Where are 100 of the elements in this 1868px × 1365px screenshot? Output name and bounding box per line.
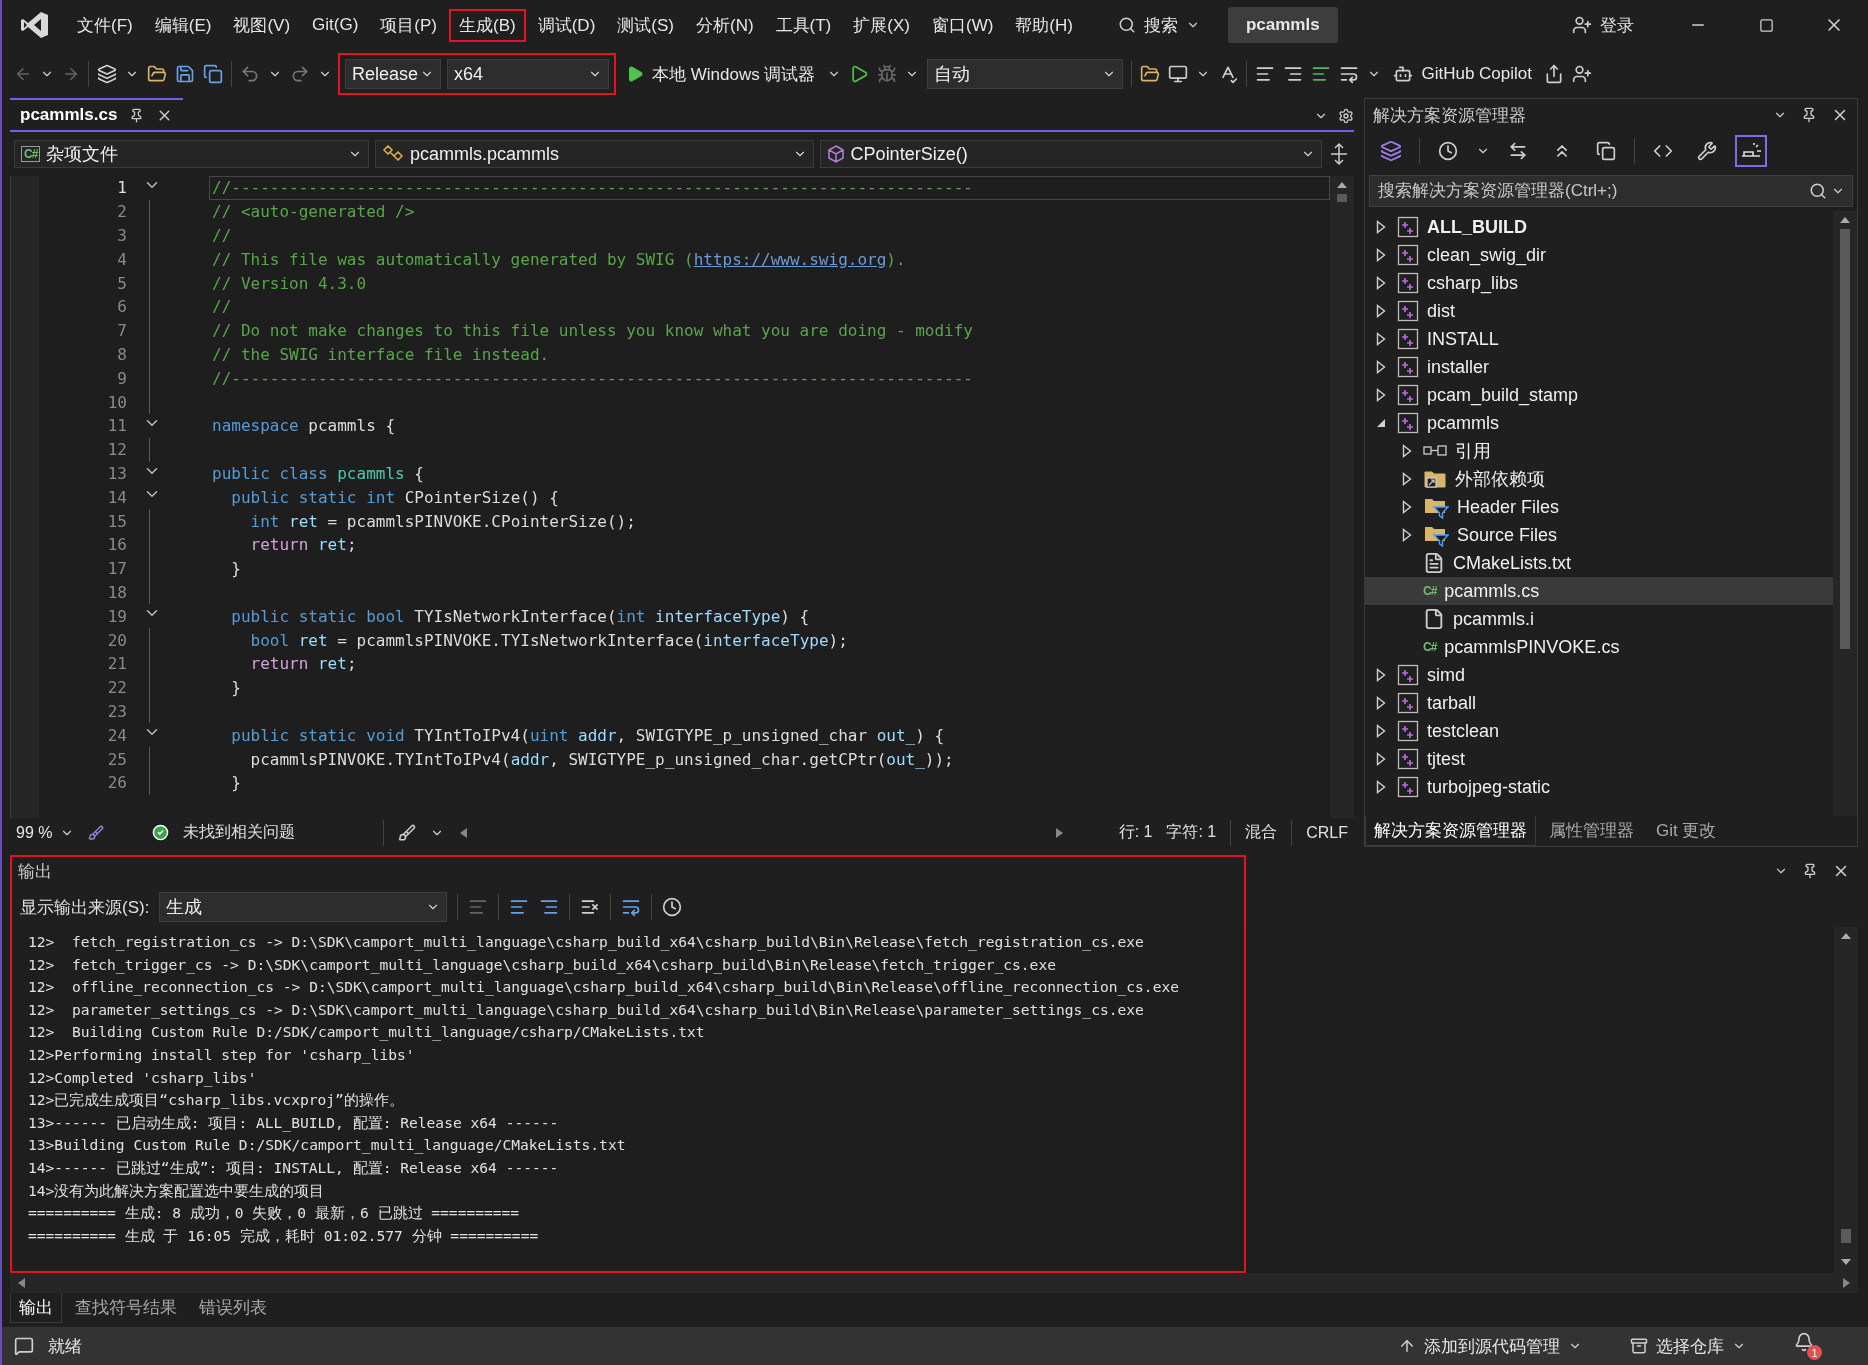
panel-tab[interactable]: 错误列表 — [190, 1293, 276, 1323]
scrollbar-thumb[interactable] — [1841, 1229, 1851, 1243]
switch-view-icon[interactable] — [1380, 140, 1402, 162]
panel-tab[interactable]: 属性管理器 — [1540, 816, 1643, 846]
tree-item[interactable]: dist — [1365, 297, 1833, 325]
share-icon[interactable] — [1544, 64, 1564, 84]
maximize-icon[interactable] — [1758, 17, 1774, 33]
zoom-dropdown[interactable]: 99 % — [16, 823, 75, 842]
menu-item[interactable]: 扩展(X) — [844, 9, 919, 41]
split-icon[interactable] — [1328, 142, 1350, 166]
redo-icon[interactable] — [290, 64, 310, 84]
scroll-up-icon[interactable] — [1839, 215, 1851, 225]
tree-item[interactable]: installer — [1365, 353, 1833, 381]
wrap-icon[interactable] — [1339, 64, 1360, 84]
cleanup-icon[interactable] — [398, 823, 417, 842]
tree-item[interactable]: ALL_BUILD — [1365, 213, 1833, 241]
monitor-icon[interactable] — [1168, 64, 1189, 84]
line-ending-status[interactable]: CRLF — [1306, 823, 1348, 842]
bug-icon[interactable] — [877, 64, 898, 84]
tree-item[interactable]: tjtest — [1365, 745, 1833, 773]
menu-item[interactable]: 文件(F) — [68, 9, 142, 41]
source-control-button[interactable]: 添加到源代码管理 — [1398, 1334, 1582, 1358]
find-icon[interactable] — [468, 897, 489, 917]
expand-arrow-icon[interactable] — [1376, 304, 1386, 318]
panel-tab[interactable]: Git 更改 — [1647, 816, 1726, 846]
expand-arrow-icon[interactable] — [1376, 696, 1386, 710]
login-button[interactable]: 登录 — [1572, 13, 1634, 37]
expand-arrow-icon[interactable] — [1376, 724, 1386, 738]
issues-status[interactable]: 未找到相关问题 — [183, 822, 296, 843]
scrollbar-thumb[interactable] — [1337, 194, 1347, 202]
tree-item[interactable]: INSTALL — [1365, 325, 1833, 353]
indent-icon[interactable] — [1311, 64, 1332, 84]
tree-item[interactable]: pcam_build_stamp — [1365, 381, 1833, 409]
search-button[interactable]: 搜索 — [1107, 9, 1210, 41]
notifications-button[interactable]: 1 — [1794, 1332, 1822, 1360]
panel-tab[interactable]: 输出 — [10, 1293, 62, 1323]
expand-arrow-icon[interactable] — [1376, 332, 1386, 346]
expand-arrow-icon[interactable] — [1376, 752, 1386, 766]
link[interactable]: https://www.swig.org — [693, 249, 887, 269]
next-message-icon[interactable] — [539, 897, 560, 917]
tree-item[interactable]: 外部依赖项 — [1365, 465, 1833, 493]
expand-arrow-icon[interactable] — [1402, 444, 1412, 458]
configuration-dropdown[interactable]: Release — [345, 59, 441, 89]
panel-tab[interactable]: 查找符号结果 — [66, 1293, 186, 1323]
tree-item[interactable]: csharp_libs — [1365, 269, 1833, 297]
tree-item[interactable]: C# pcammlsPINVOKE.cs — [1365, 633, 1833, 661]
brush-icon[interactable] — [88, 824, 105, 841]
tree-item[interactable]: clean_swig_dir — [1365, 241, 1833, 269]
expand-arrow-icon[interactable] — [1402, 500, 1412, 514]
scrollbar-thumb[interactable] — [1840, 229, 1850, 649]
expand-arrow-icon[interactable] — [1376, 360, 1386, 374]
clear-all-icon[interactable] — [580, 897, 601, 917]
expand-arrow-icon[interactable] — [1376, 388, 1386, 402]
line-position[interactable]: 行: 1 — [1118, 822, 1153, 843]
save-icon[interactable] — [175, 64, 195, 84]
member-dropdown[interactable]: CPointerSize() — [819, 140, 1323, 168]
scroll-up-icon[interactable] — [1840, 931, 1852, 941]
wrench-icon[interactable] — [1697, 141, 1717, 161]
menu-item[interactable]: 生成(B) — [450, 9, 525, 41]
menu-item[interactable]: 帮助(H) — [1006, 9, 1082, 41]
pin-icon[interactable] — [1802, 863, 1818, 879]
start-debugging-button[interactable]: 本地 Windows 调试器 — [622, 60, 820, 88]
collapse-arrow-icon[interactable] — [1375, 417, 1387, 429]
tree-item[interactable]: pcammls.i — [1365, 605, 1833, 633]
menu-item[interactable]: Git(G) — [303, 11, 368, 39]
menu-item[interactable]: 编辑(E) — [145, 9, 221, 41]
tree-item[interactable]: testclean — [1365, 717, 1833, 745]
source-dropdown[interactable]: 生成 — [159, 892, 448, 922]
expand-arrow-icon[interactable] — [1376, 220, 1386, 234]
tree-item[interactable]: simd — [1365, 661, 1833, 689]
scroll-down-icon[interactable] — [1840, 1257, 1852, 1267]
clock-icon[interactable] — [662, 897, 683, 917]
undo-icon[interactable] — [240, 64, 260, 84]
preview-button[interactable] — [1735, 135, 1767, 167]
back-icon[interactable] — [14, 65, 32, 83]
menu-item[interactable]: 工具(T) — [766, 9, 841, 41]
previous-message-icon[interactable] — [509, 897, 530, 917]
scroll-right-icon[interactable] — [1054, 826, 1065, 839]
tree-item[interactable]: Source Files — [1365, 521, 1833, 549]
indentation-status[interactable]: 混合 — [1245, 822, 1278, 843]
scroll-left-icon[interactable] — [458, 826, 469, 839]
message-icon[interactable] — [14, 1336, 34, 1356]
app-logo-icon[interactable] — [20, 10, 50, 40]
search-field[interactable]: 搜索解决方案资源管理器(Ctrl+;) — [1369, 175, 1853, 207]
menu-item[interactable]: 视图(V) — [224, 9, 300, 41]
panel-tab[interactable]: 解决方案资源管理器 — [1365, 816, 1536, 846]
repository-button[interactable]: 选择仓库 — [1630, 1334, 1746, 1358]
tree-item[interactable]: CMakeLists.txt — [1365, 549, 1833, 577]
tree-item[interactable]: turbojpeg-static — [1365, 773, 1833, 801]
pin-icon[interactable] — [1801, 107, 1817, 123]
type-dropdown[interactable]: pcammls.pcammls — [374, 140, 814, 168]
menu-item[interactable]: 窗口(W) — [922, 9, 1003, 41]
search-icon[interactable] — [1809, 182, 1827, 200]
align-icon[interactable] — [1283, 64, 1304, 84]
tree-item[interactable]: Header Files — [1365, 493, 1833, 521]
platform-dropdown[interactable]: x64 — [447, 59, 609, 89]
run-icon[interactable] — [849, 64, 870, 84]
project-dropdown[interactable]: C# 杂项文件 — [14, 140, 369, 168]
word-wrap-icon[interactable] — [621, 897, 642, 917]
tree-item[interactable]: pcammls — [1365, 409, 1833, 437]
